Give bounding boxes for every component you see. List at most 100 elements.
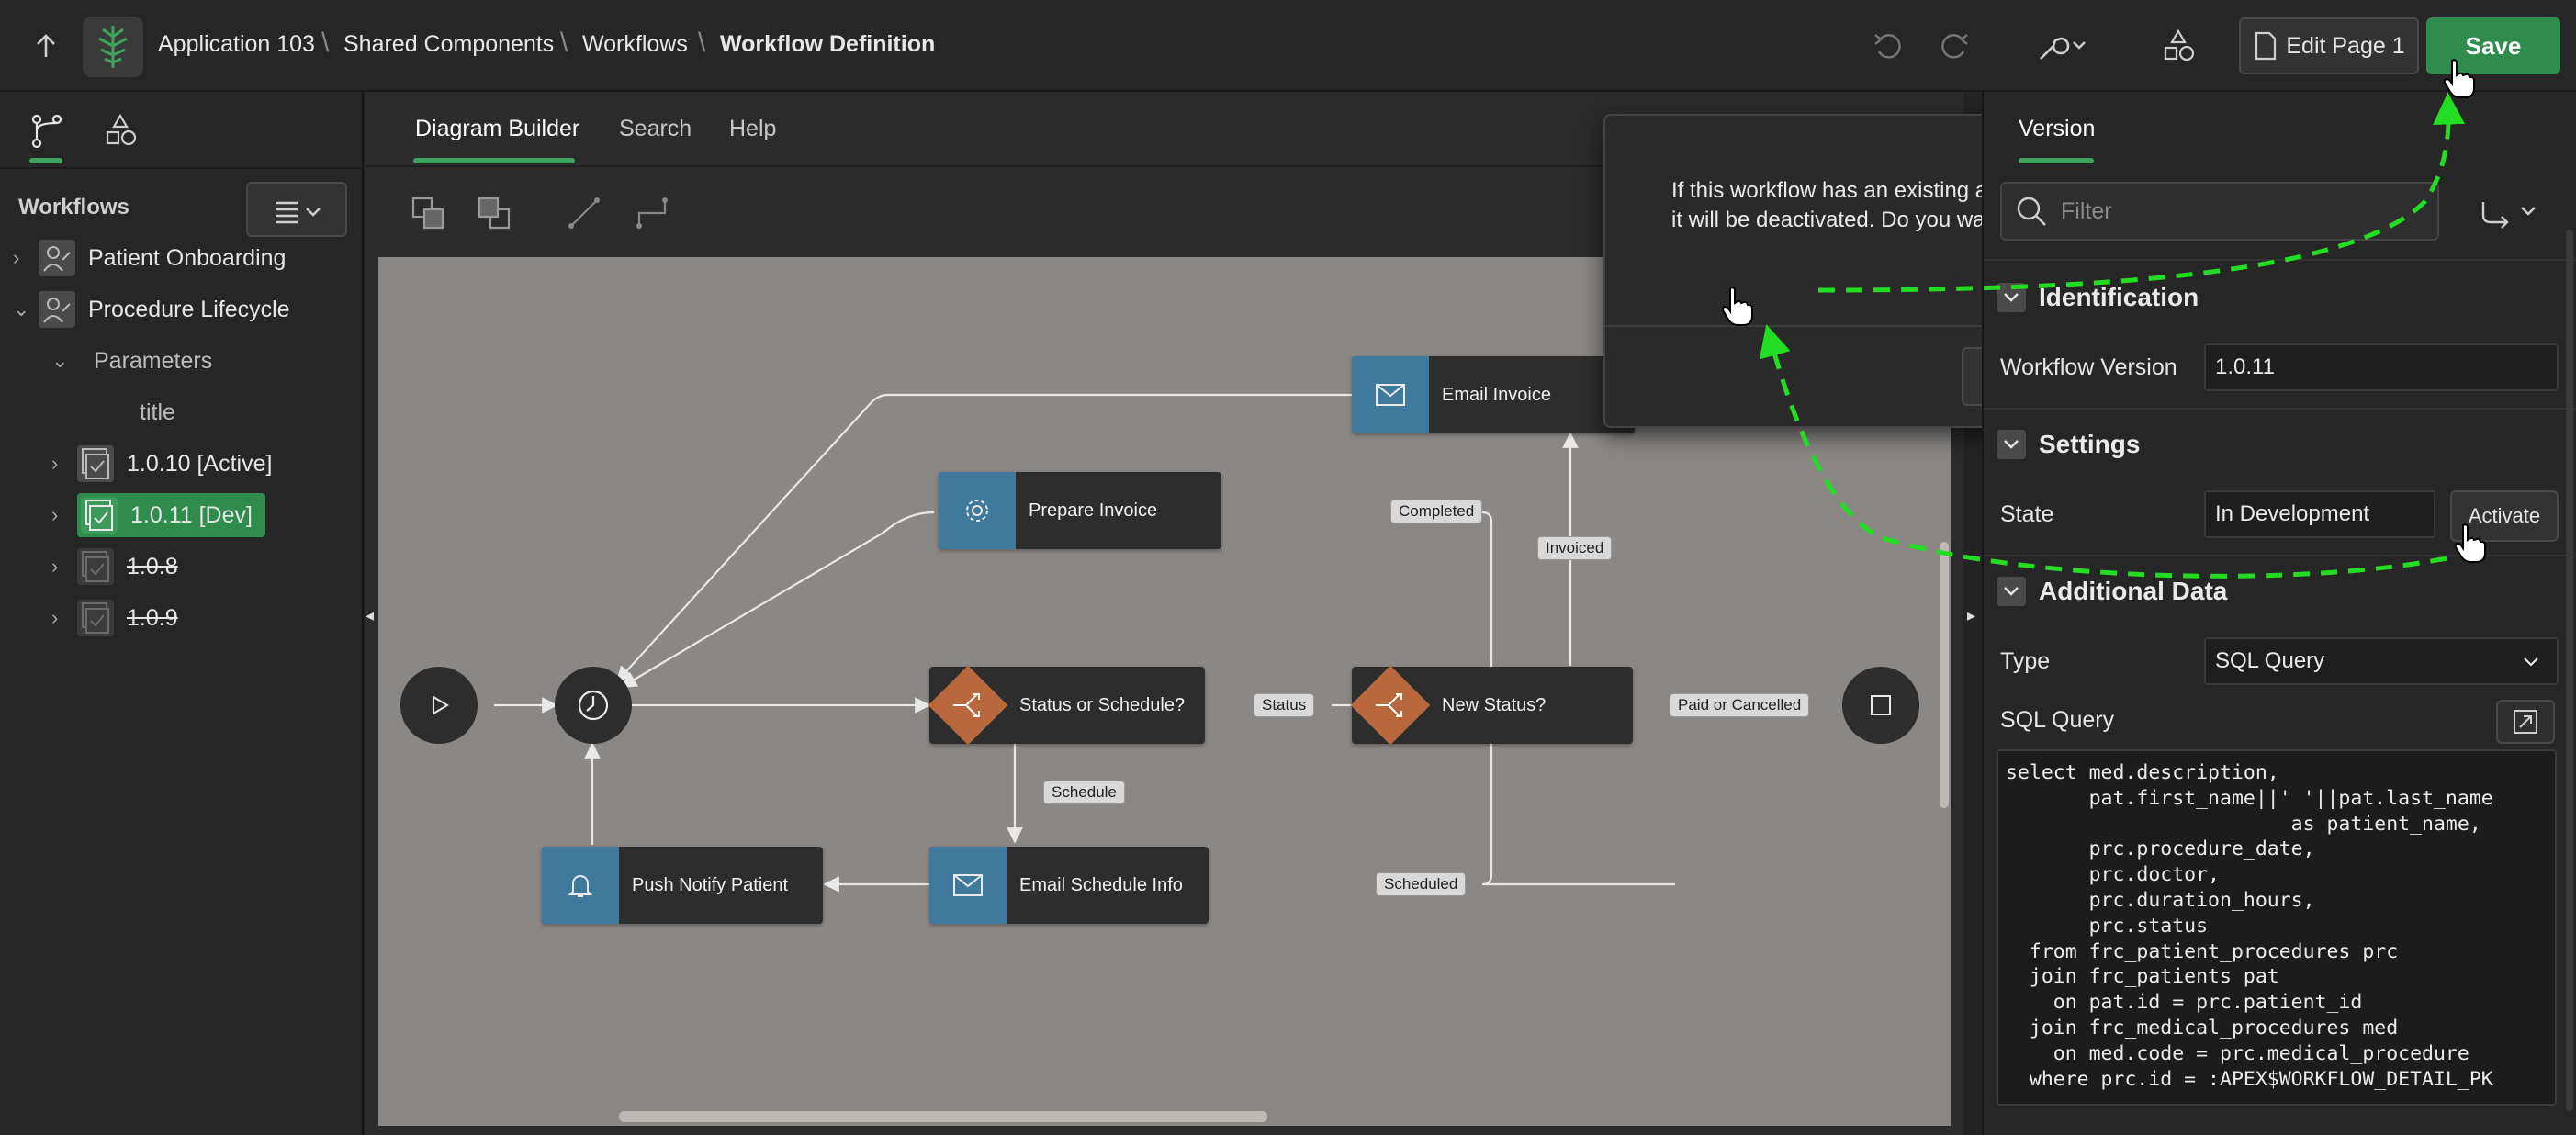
filter-input[interactable] bbox=[2061, 197, 2410, 225]
tree-item-version-1-0-9[interactable]: › 1.0.9 bbox=[51, 595, 178, 641]
edge-label-schedule[interactable]: Schedule bbox=[1043, 781, 1125, 804]
tab-help[interactable]: Help bbox=[729, 116, 776, 142]
breadcrumb-workflows[interactable]: Workflows bbox=[582, 31, 688, 58]
start-node[interactable] bbox=[400, 667, 478, 744]
node-label: Prepare Invoice bbox=[1029, 500, 1158, 521]
stop-icon bbox=[1871, 695, 1891, 715]
node-prepare-invoice[interactable]: Prepare Invoice bbox=[939, 472, 1221, 549]
section-identification[interactable]: Identification bbox=[1997, 277, 2199, 318]
chevron-down-icon[interactable]: ⌄ bbox=[13, 298, 39, 321]
node-label: Push Notify Patient bbox=[632, 874, 789, 895]
node-email-schedule-info[interactable]: Email Schedule Info bbox=[929, 847, 1209, 924]
node-label: Email Schedule Info bbox=[1019, 874, 1183, 895]
tree-item-label: 1.0.11 [Dev] bbox=[130, 501, 253, 528]
chevron-right-icon[interactable]: › bbox=[51, 555, 77, 579]
workflows-tree-panel: Workflows › Patient Onboarding ⌄ Procedu… bbox=[0, 92, 364, 1135]
collapse-right-panel-handle[interactable]: ▸ bbox=[1967, 606, 1978, 628]
workflow-icon bbox=[39, 240, 75, 276]
collapse-chevron-icon[interactable] bbox=[1997, 577, 2026, 606]
chevron-down-icon bbox=[2524, 657, 2538, 667]
breadcrumb-separator: \ bbox=[698, 28, 706, 58]
version-icon bbox=[77, 445, 114, 482]
sql-query-editor[interactable]: select med.description, pat.first_name||… bbox=[1997, 749, 2557, 1106]
tree-item-label: Patient Onboarding bbox=[88, 244, 287, 271]
tree-item-label: 1.0.9 bbox=[127, 604, 178, 631]
active-tab-indicator bbox=[413, 158, 575, 163]
elbow-connector-icon[interactable] bbox=[634, 195, 670, 231]
tree-item-patient-onboarding[interactable]: › Patient Onboarding bbox=[13, 235, 286, 281]
workflow-icon bbox=[39, 291, 75, 328]
shared-components-shapes-icon[interactable] bbox=[2160, 28, 2197, 64]
tab-search[interactable]: Search bbox=[619, 116, 692, 142]
section-settings[interactable]: Settings bbox=[1997, 424, 2140, 465]
search-icon bbox=[2017, 197, 2046, 226]
expand-icon bbox=[2514, 710, 2537, 734]
node-new-status[interactable]: New Status? bbox=[1350, 665, 1633, 746]
collapse-chevron-icon[interactable] bbox=[1997, 430, 2026, 459]
tree-item-procedure-lifecycle[interactable]: ⌄ Procedure Lifecycle bbox=[13, 287, 290, 332]
edge-label-paid-or-cancelled[interactable]: Paid or Cancelled bbox=[1670, 693, 1810, 717]
expand-code-editor-button[interactable] bbox=[2496, 700, 2555, 744]
vertical-scrollbar[interactable] bbox=[1940, 542, 1949, 808]
node-push-notify-patient[interactable]: Push Notify Patient bbox=[542, 847, 823, 924]
tree-item-label: 1.0.10 [Active] bbox=[127, 450, 273, 477]
vertical-scrollbar[interactable] bbox=[2566, 230, 2573, 1111]
edge-label-invoiced[interactable]: Invoiced bbox=[1537, 536, 1613, 560]
section-additional-data[interactable]: Additional Data bbox=[1997, 571, 2227, 612]
straight-connector-icon[interactable] bbox=[566, 195, 602, 231]
divider bbox=[1984, 408, 2576, 410]
divider bbox=[0, 167, 364, 169]
tree-item-label: 1.0.8 bbox=[127, 553, 178, 579]
edge-label-status[interactable]: Status bbox=[1254, 693, 1315, 717]
tree-item-parameters[interactable]: ⌄ Parameters bbox=[51, 338, 212, 384]
chevron-right-icon[interactable]: › bbox=[51, 606, 77, 630]
selected-item-highlight: 1.0.11 [Dev] bbox=[77, 493, 265, 537]
version-icon bbox=[77, 548, 114, 585]
node-label: Email Invoice bbox=[1442, 384, 1551, 405]
undo-icon[interactable] bbox=[1870, 28, 1907, 64]
clock-icon bbox=[578, 690, 609, 721]
chevron-right-icon[interactable]: › bbox=[51, 452, 77, 476]
tree-view-icon[interactable] bbox=[26, 110, 68, 152]
bring-to-front-icon[interactable] bbox=[476, 195, 512, 231]
filter-field[interactable] bbox=[2000, 182, 2439, 241]
chevron-right-icon[interactable]: › bbox=[51, 503, 77, 527]
breadcrumb-shared-components[interactable]: Shared Components bbox=[343, 31, 554, 58]
tab-diagram-builder[interactable]: Diagram Builder bbox=[415, 116, 579, 142]
top-bar: Application 103 \ Shared Components \ Wo… bbox=[0, 0, 2576, 92]
end-node[interactable] bbox=[1842, 667, 1919, 744]
chevron-down-icon[interactable]: ⌄ bbox=[51, 349, 77, 373]
type-label: Type bbox=[2000, 648, 2051, 674]
node-email-invoice[interactable]: Email Invoice bbox=[1352, 356, 1635, 433]
edge-label-completed[interactable]: Completed bbox=[1390, 500, 1483, 523]
sql-query-label: SQL Query bbox=[2000, 707, 2115, 733]
edit-page-button[interactable]: Edit Page 1 bbox=[2239, 17, 2419, 74]
tree-item-version-1-0-11[interactable]: › 1.0.11 [Dev] bbox=[51, 492, 265, 538]
send-to-back-icon[interactable] bbox=[410, 195, 446, 231]
diagram-builder-pane: Diagram Builder Search Help Email Invoic… bbox=[366, 92, 2195, 1135]
tree-item-parameter-title[interactable]: title bbox=[140, 389, 175, 435]
edit-page-label: Edit Page 1 bbox=[2286, 32, 2405, 59]
breadcrumb-app[interactable]: Application 103 bbox=[158, 31, 315, 58]
collapse-chevron-icon[interactable] bbox=[1997, 283, 2026, 312]
collapse-left-panel-handle[interactable]: ◂ bbox=[366, 606, 377, 628]
branch-icon bbox=[953, 693, 980, 717]
utilities-wrench-icon[interactable] bbox=[2033, 28, 2092, 64]
go-to-group-icon[interactable] bbox=[2470, 182, 2549, 241]
tab-version[interactable]: Version bbox=[2019, 116, 2095, 142]
shared-components-tab-icon[interactable] bbox=[99, 110, 141, 152]
app-logo-icon[interactable] bbox=[83, 17, 143, 77]
tree-item-label: Procedure Lifecycle bbox=[88, 296, 290, 322]
tree-item-version-1-0-10[interactable]: › 1.0.10 [Active] bbox=[51, 441, 272, 487]
tree-item-version-1-0-8[interactable]: › 1.0.8 bbox=[51, 544, 178, 590]
node-status-or-schedule[interactable]: Status or Schedule? bbox=[928, 665, 1205, 746]
edge-label-scheduled[interactable]: Scheduled bbox=[1376, 872, 1467, 896]
type-select[interactable]: SQL Query bbox=[2204, 637, 2559, 685]
redo-icon[interactable] bbox=[1936, 28, 1973, 64]
wait-node[interactable] bbox=[555, 667, 632, 744]
workflow-version-field[interactable]: 1.0.11 bbox=[2204, 343, 2559, 391]
up-arrow-icon[interactable] bbox=[29, 29, 62, 62]
horizontal-scrollbar[interactable] bbox=[619, 1111, 1267, 1122]
tree-menu-button[interactable] bbox=[246, 182, 347, 237]
chevron-right-icon[interactable]: › bbox=[13, 246, 39, 270]
